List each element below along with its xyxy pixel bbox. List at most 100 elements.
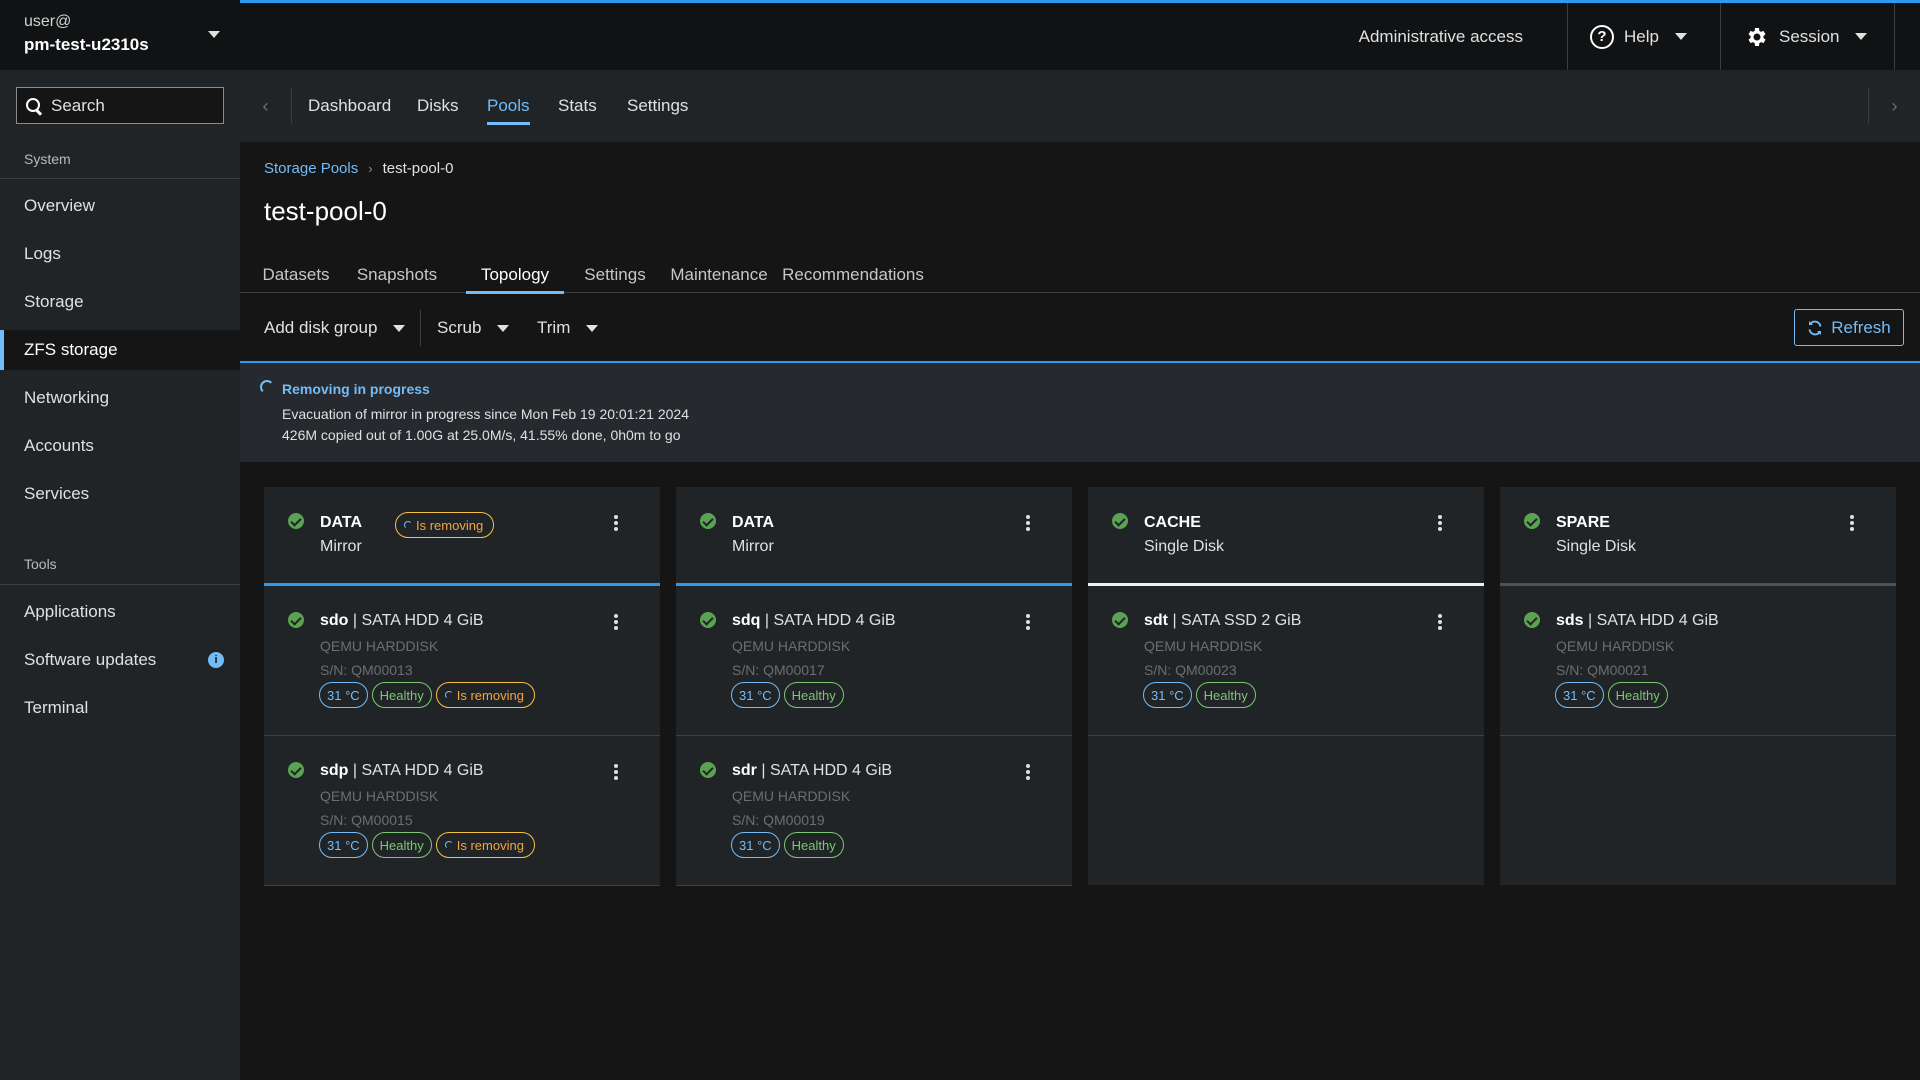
vdev-card-header: DATA Mirror — [676, 487, 1072, 586]
chevron-left-icon: ‹ — [262, 95, 269, 116]
scroll-right-button[interactable]: › — [1868, 88, 1920, 124]
disk-title: sdo | SATA HDD 4 GiB — [320, 612, 484, 630]
disk-title: sdp | SATA HDD 4 GiB — [320, 762, 484, 780]
caret-down-icon — [1674, 33, 1687, 40]
nav-item-networking[interactable]: Networking — [0, 378, 240, 418]
check-circle-icon — [1524, 612, 1540, 628]
kebab-menu-icon[interactable] — [1434, 512, 1446, 534]
nav-item-accounts[interactable]: Accounts — [0, 426, 240, 466]
is-removing-badge: Is removing — [435, 832, 535, 858]
kebab-menu-icon[interactable] — [1022, 611, 1034, 633]
nav-item-logs[interactable]: Logs — [0, 234, 240, 274]
tab-pools[interactable]: Pools — [487, 70, 530, 142]
pool-tabs: Datasets Snapshots Topology Settings Mai… — [240, 256, 1920, 294]
vdev-card-header: DATA Mirror Is removing — [264, 487, 660, 586]
chevron-right-icon: › — [368, 161, 373, 176]
temperature-badge: 31 °C — [1555, 682, 1604, 708]
kebab-menu-icon[interactable] — [1434, 611, 1446, 633]
help-label: Help — [1624, 26, 1659, 46]
toolbar-divider — [420, 310, 421, 346]
spinner-icon — [260, 380, 274, 394]
nav-item-applications[interactable]: Applications — [0, 592, 240, 632]
nav-item-services[interactable]: Services — [0, 474, 240, 514]
disk-desc: | SATA HDD 4 GiB — [760, 612, 896, 629]
vdev-card-header: CACHE Single Disk — [1088, 487, 1484, 586]
tab-topology[interactable]: Topology — [466, 256, 564, 294]
check-circle-icon — [288, 762, 304, 778]
tab-snapshots[interactable]: Snapshots — [351, 256, 443, 293]
tab-datasets[interactable]: Datasets — [256, 256, 336, 293]
nav-divider — [0, 178, 240, 179]
disk-name: sdp — [320, 762, 349, 779]
vdev-card-data-mirror-2: DATA Mirror sdq | SATA HDD 4 GiB QEMU HA… — [676, 487, 1072, 886]
nav-item-label: Software updates — [24, 650, 157, 669]
tab-recommendations[interactable]: Recommendations — [782, 256, 924, 293]
removal-progress-alert: Removing in progress Evacuation of mirro… — [240, 361, 1920, 462]
alert-title: Removing in progress — [282, 381, 430, 397]
caret-down-icon — [393, 324, 406, 332]
chevron-right-icon: › — [1891, 95, 1898, 116]
kebab-menu-icon[interactable] — [610, 611, 622, 633]
administrative-access-button[interactable]: Administrative access — [1359, 3, 1553, 70]
kebab-menu-icon[interactable] — [610, 512, 622, 534]
tab-dashboard[interactable]: Dashboard — [308, 70, 391, 142]
health-badge: Healthy — [371, 832, 432, 858]
tab-pool-settings[interactable]: Settings — [575, 256, 655, 293]
session-menu-button[interactable]: Session — [1745, 3, 1868, 70]
disk-badges: 31 °C Healthy — [1143, 682, 1256, 708]
vdev-type: DATA — [732, 514, 775, 531]
masthead-divider — [1567, 3, 1568, 70]
disk-row: sds | SATA HDD 4 GiB QEMU HARDDISK S/N: … — [1500, 586, 1896, 736]
alert-detail: Evacuation of mirror in progress since M… — [282, 406, 690, 422]
caret-down-icon — [586, 324, 599, 332]
disk-name: sdq — [732, 612, 761, 629]
check-circle-icon — [288, 612, 304, 628]
kebab-menu-icon[interactable] — [1022, 761, 1034, 783]
refresh-button[interactable]: Refresh — [1794, 309, 1904, 346]
disk-serial: S/N: QM00017 — [732, 662, 825, 678]
host-name: pm-test-u2310s — [24, 35, 149, 54]
search-input[interactable] — [51, 95, 221, 116]
disk-row: sdo | SATA HDD 4 GiB QEMU HARDDISK S/N: … — [264, 586, 660, 736]
kebab-menu-icon[interactable] — [1846, 512, 1858, 534]
nav-item-overview[interactable]: Overview — [0, 186, 240, 226]
nav-item-storage[interactable]: Storage — [0, 282, 240, 322]
scroll-left-button[interactable]: ‹ — [240, 88, 292, 124]
health-badge: Healthy — [783, 682, 844, 708]
breadcrumb-current: test-pool-0 — [382, 160, 454, 177]
temperature-badge: 31 °C — [731, 682, 780, 708]
page-tabs: ‹ Dashboard Disks Pools Stats Settings › — [240, 70, 1920, 142]
vdev-type: SPARE — [1556, 514, 1610, 531]
kebab-menu-icon[interactable] — [610, 761, 622, 783]
vdev-layout: Mirror — [320, 538, 362, 555]
breadcrumb: Storage Pools › test-pool-0 — [264, 160, 453, 177]
breadcrumb-storage-pools[interactable]: Storage Pools — [264, 160, 358, 177]
spinner-icon — [404, 521, 412, 529]
kebab-menu-icon[interactable] — [1022, 512, 1034, 534]
scrub-button[interactable]: Scrub — [437, 306, 510, 350]
health-badge: Healthy — [1607, 682, 1668, 708]
vdev-type: CACHE — [1144, 514, 1201, 531]
disk-badges: 31 °C Healthy — [1555, 682, 1668, 708]
nav-item-zfs-storage[interactable]: ZFS storage — [0, 330, 240, 370]
disk-serial: S/N: QM00021 — [1556, 662, 1649, 678]
health-badge: Healthy — [371, 682, 432, 708]
nav-item-software-updates[interactable]: Software updates i — [0, 640, 240, 680]
host-switcher[interactable]: user@ pm-test-u2310s — [0, 0, 240, 70]
tab-disks[interactable]: Disks — [417, 70, 459, 142]
nav-item-terminal[interactable]: Terminal — [0, 688, 240, 728]
search-box[interactable] — [16, 87, 224, 124]
help-menu-button[interactable]: ? Help — [1590, 3, 1687, 70]
health-badge: Healthy — [783, 832, 844, 858]
disk-row: sdq | SATA HDD 4 GiB QEMU HARDDISK S/N: … — [676, 586, 1072, 736]
scrub-label: Scrub — [437, 318, 482, 337]
masthead-divider — [1720, 3, 1721, 70]
tab-settings[interactable]: Settings — [627, 70, 688, 142]
vdev-layout: Mirror — [732, 538, 774, 555]
trim-button[interactable]: Trim — [537, 306, 599, 350]
tab-maintenance[interactable]: Maintenance — [667, 256, 771, 293]
host-user: user@ — [24, 13, 72, 30]
tab-stats[interactable]: Stats — [558, 70, 597, 142]
add-disk-group-button[interactable]: Add disk group — [264, 306, 406, 350]
search-icon — [25, 97, 43, 115]
